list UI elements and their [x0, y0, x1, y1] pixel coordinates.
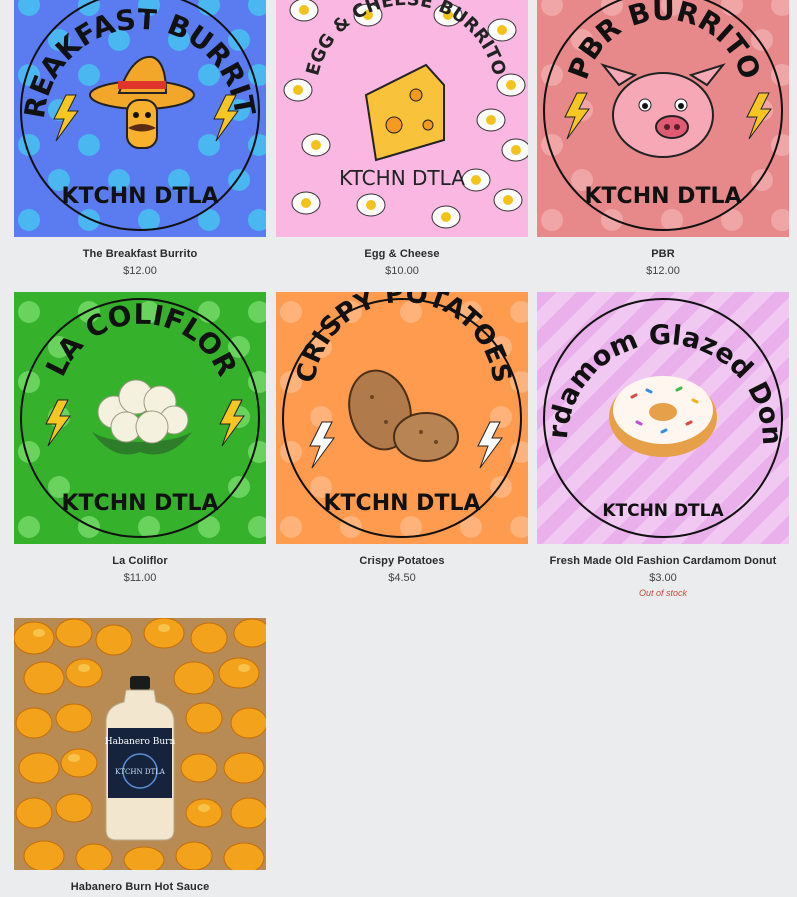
brand-text: KTCHN DTLA [339, 166, 465, 190]
product-card-la-coliflor[interactable]: LA COLIFLOR KTCHN DTLA La Coliflor $11.0… [14, 292, 266, 585]
product-price: $11.00 [123, 572, 157, 584]
brand-text: KTCHN DTLA [62, 184, 219, 209]
product-card-cardamom-donut[interactable]: Cardamom Glazed Donut KTCHN [537, 292, 789, 599]
product-name[interactable]: PBR [537, 248, 789, 261]
product-name[interactable]: Habanero Burn Hot Sauce [14, 881, 266, 894]
bottle-label-brand: KTCHN DTLA [115, 768, 166, 776]
product-name[interactable]: Egg & Cheese [276, 248, 528, 261]
product-image[interactable]: Habanero Burn KTCHN DTLA [14, 618, 266, 870]
product-name[interactable]: Crispy Potatoes [276, 555, 528, 568]
product-grid: BREAKFAST BURRITO KTCHN DTLA The Breakfa… [0, 0, 797, 897]
product-name[interactable]: The Breakfast Burrito [14, 248, 266, 261]
product-image[interactable]: CRISPY POTATOES KTCHN DTLA [276, 292, 528, 544]
brand-text: KTCHN DTLA [324, 491, 481, 516]
product-image[interactable]: BREAKFAST BURRITO KTCHN DTLA [14, 0, 266, 237]
product-card-crispy-potatoes[interactable]: CRISPY POTATOES KTCHN DTLA Crispy Potato… [276, 292, 528, 585]
brand-text: KTCHN DTLA [62, 491, 219, 516]
product-price: $4.50 [388, 572, 416, 584]
product-price: $12.00 [123, 265, 157, 277]
donut-icon [609, 376, 717, 457]
out-of-stock-label: Out of stock [638, 588, 688, 598]
product-card-pbr[interactable]: PBR BURRITO KTCHN DTLA PBR $12.00 [537, 0, 789, 278]
product-price: $10.00 [385, 265, 419, 277]
product-image[interactable]: LA COLIFLOR KTCHN DTLA [14, 292, 266, 544]
product-image[interactable]: Cardamom Glazed Donut KTCHN [537, 292, 789, 544]
brand-text: KTCHN DTLA [585, 184, 742, 209]
product-name[interactable]: La Coliflor [14, 555, 266, 568]
product-image[interactable]: EGG & CHEESE BURRITO KTCHN DTLA [276, 0, 528, 237]
product-card-habanero-hot-sauce[interactable]: Habanero Burn KTCHN DTLA Habanero Burn H… [14, 618, 266, 894]
product-name[interactable]: Fresh Made Old Fashion Cardamom Donut [537, 555, 789, 568]
product-image[interactable]: PBR BURRITO KTCHN DTLA [537, 0, 789, 237]
product-card-breakfast-burrito[interactable]: BREAKFAST BURRITO KTCHN DTLA The Breakfa… [14, 0, 266, 278]
product-price: $3.00 [649, 572, 677, 584]
bottle-label-title: Habanero Burn [105, 737, 176, 747]
brand-text: KTCHN DTLA [602, 501, 724, 521]
product-price: $12.00 [646, 265, 680, 277]
product-card-egg-cheese[interactable]: EGG & CHEESE BURRITO KTCHN DTLA Egg & Ch… [276, 0, 528, 278]
